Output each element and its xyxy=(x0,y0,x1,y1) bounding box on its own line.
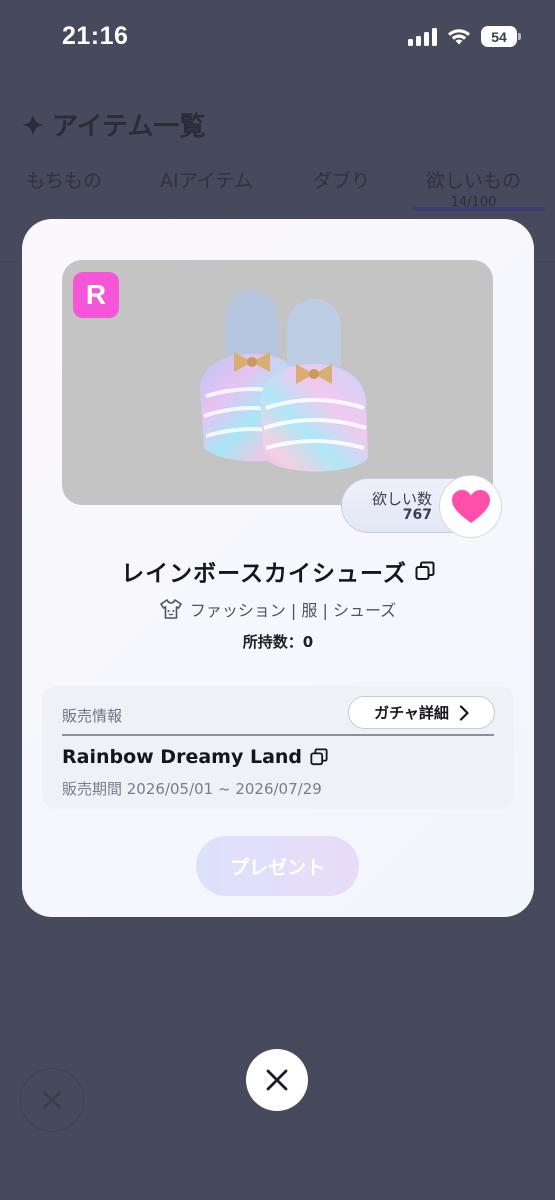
page-title: アイテム一覧 xyxy=(22,106,205,143)
wishlist-heart-button[interactable] xyxy=(439,475,502,538)
event-name: Rainbow Dreamy Land xyxy=(62,746,328,768)
tab-ai-items[interactable]: AIアイテム xyxy=(160,166,253,193)
sparkle-icon xyxy=(22,113,44,136)
close-icon xyxy=(266,1069,288,1091)
chevron-right-icon xyxy=(459,704,469,721)
tab-label: AIアイテム xyxy=(160,170,253,192)
tab-duplicates[interactable]: ダブり xyxy=(313,166,370,193)
status-time: 21:16 xyxy=(62,22,129,50)
close-icon xyxy=(42,1090,62,1110)
tab-label: もちもの xyxy=(26,170,103,192)
wifi-icon xyxy=(448,28,470,44)
present-button[interactable]: プレゼント xyxy=(196,836,359,896)
battery-indicator: 54 xyxy=(481,26,521,47)
status-bar: 21:16 54 xyxy=(0,0,555,76)
sales-info-label: 販売情報 xyxy=(62,707,123,725)
gacha-detail-label: ガチャ詳細 xyxy=(374,704,449,722)
copy-icon[interactable] xyxy=(415,561,435,581)
item-name: レインボースカイシューズ xyxy=(22,554,534,588)
tab-label: ダブり xyxy=(313,170,371,192)
tab-bar: もちもの AIアイテム ダブり 欲しいもの 14/100 xyxy=(0,161,555,213)
item-name-text: レインボースカイシューズ xyxy=(121,561,407,587)
signal-icon xyxy=(408,27,437,46)
shoes-illustration xyxy=(200,290,368,472)
tab-mochimono[interactable]: もちもの xyxy=(26,166,102,193)
sales-info-box: 販売情報 ガチャ詳細 Rainbow Dreamy Land 販売期間 2026… xyxy=(42,686,514,809)
event-name-text: Rainbow Dreamy Land xyxy=(62,746,303,768)
category-text: ファッション | 服 | シューズ xyxy=(189,601,397,620)
heart-icon xyxy=(451,489,490,523)
item-detail-modal: R 欲しい数 767 レインボースカイシューズ ファッション | 服 | シュー… xyxy=(22,219,534,917)
tab-label: 欲しいもの xyxy=(426,170,522,192)
rarity-badge: R xyxy=(73,272,119,318)
gacha-detail-button[interactable]: ガチャ詳細 xyxy=(348,696,495,729)
item-category: ファッション | 服 | シューズ xyxy=(22,597,534,621)
shirt-icon xyxy=(160,599,182,619)
item-image: R xyxy=(62,260,493,505)
owned-count: 所持数：0 xyxy=(242,633,314,651)
sales-divider xyxy=(62,734,494,736)
wish-count-value: 767 xyxy=(402,507,432,523)
tab-wishlist[interactable]: 欲しいもの 14/100 xyxy=(426,166,521,210)
page-title-text: アイテム一覧 xyxy=(52,112,206,142)
sales-period: 販売期間 2026/05/01 ~ 2026/07/29 xyxy=(62,780,322,798)
copy-icon[interactable] xyxy=(310,748,328,766)
wish-count-label: 欲しい数 xyxy=(371,490,432,508)
status-icons: 54 xyxy=(408,26,521,47)
background-close-button[interactable] xyxy=(20,1068,84,1132)
active-tab-indicator xyxy=(412,207,545,211)
close-button[interactable] xyxy=(246,1049,308,1111)
